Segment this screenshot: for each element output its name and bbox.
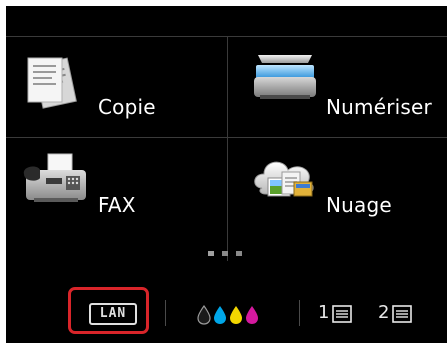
page-dot — [208, 251, 214, 256]
fax-icon — [20, 148, 92, 218]
scan-icon — [250, 47, 320, 117]
paper-tray-icon — [332, 305, 352, 327]
page-dot — [236, 251, 242, 256]
cloud-icon — [248, 148, 320, 218]
divider — [299, 300, 300, 326]
tray-2-label: 2 — [378, 302, 390, 323]
divider — [165, 300, 166, 326]
page-dot — [222, 251, 228, 256]
lan-icon[interactable]: LAN — [89, 303, 137, 325]
paper-tray-icon — [392, 305, 412, 327]
paper-tray-2[interactable]: 2 — [378, 302, 422, 326]
tray-1-label: 1 — [318, 302, 330, 323]
copy-icon — [18, 50, 84, 120]
scan-tile[interactable]: Numériser — [228, 37, 447, 137]
fax-tile[interactable]: FAX — [6, 138, 227, 238]
paper-tray-1[interactable]: 1 — [318, 302, 362, 326]
lan-label: LAN — [99, 306, 127, 321]
copy-label: Copie — [98, 95, 156, 119]
scan-label: Numériser — [326, 95, 432, 119]
printer-home-screen: Copie Numériser FAX Nuage LAN 1 2 — [6, 6, 447, 343]
cloud-label: Nuage — [326, 193, 392, 217]
fax-label: FAX — [98, 193, 136, 217]
copy-tile[interactable]: Copie — [6, 37, 227, 137]
ink-level-icon[interactable] — [196, 303, 260, 329]
cloud-tile[interactable]: Nuage — [228, 138, 447, 238]
